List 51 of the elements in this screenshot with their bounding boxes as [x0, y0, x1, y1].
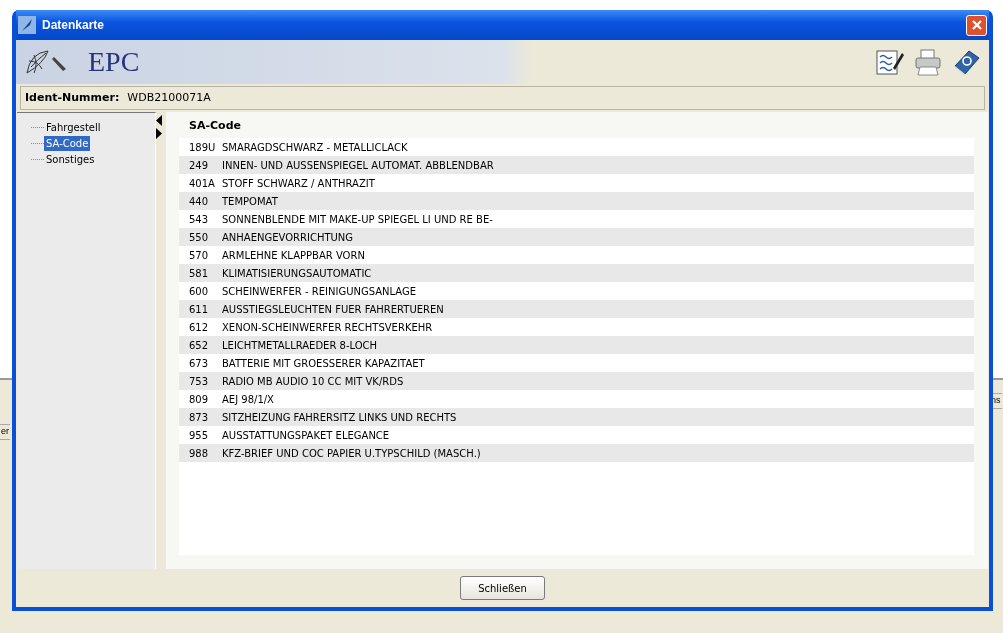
code-cell-text: 611 — [189, 302, 210, 317]
code-cell-text: 673 — [189, 356, 210, 371]
close-icon — [970, 19, 983, 31]
description-cell-text: BATTERIE MIT GROESSERER KAPAZITAET — [222, 356, 425, 371]
code-cell-text: 809 — [189, 392, 210, 407]
code-cell-text: 543 — [189, 212, 210, 227]
code-cell-text: 753 — [189, 374, 210, 389]
ident-label: Ident-Nummer: — [25, 89, 120, 106]
background-text: er — [0, 424, 10, 440]
ident-value: WDB2100071A — [127, 89, 211, 106]
section-title: SA-Code — [188, 118, 242, 134]
code-cell-text: 401A — [189, 176, 216, 191]
code-cell-text: 652 — [189, 338, 210, 353]
description-cell-text: TEMPOMAT — [222, 194, 278, 209]
description-cell-text: SMARAGDSCHWARZ - METALLICLACK — [222, 140, 408, 155]
code-cell-text: 612 — [189, 320, 210, 335]
close-button[interactable] — [966, 14, 987, 36]
code-cell-text: 189U — [189, 140, 217, 155]
printer-icon[interactable] — [913, 48, 943, 76]
code-cell-text: 570 — [189, 248, 210, 263]
tree-item[interactable]: Fahrgestell — [44, 119, 103, 135]
close-button[interactable]: Schließen — [460, 576, 545, 600]
code-cell-text: 873 — [189, 410, 210, 425]
tree-item[interactable]: SA-Code — [44, 135, 91, 151]
description-cell-text: SCHEINWERFER - REINIGUNGSANLAGE — [222, 284, 417, 299]
notes-icon[interactable] — [875, 48, 905, 76]
code-cell-text: 440 — [189, 194, 210, 209]
code-cell-text: 249 — [189, 158, 210, 173]
description-cell-text: AEJ 98/1/X — [222, 392, 274, 407]
description-cell-text: SITZHEIZUNG FAHRERSITZ LINKS UND RECHTS — [222, 410, 457, 425]
app-icon — [18, 16, 36, 34]
code-cell-text: 581 — [189, 266, 210, 281]
code-cell-text: 955 — [189, 428, 210, 443]
description-cell-text: ARMLEHNE KLAPPBAR VORN — [222, 248, 365, 263]
description-cell-text: KLIMATISIERUNGSAUTOMATIC — [222, 266, 372, 281]
code-cell-text: 600 — [189, 284, 210, 299]
window-title: Datenkarte — [42, 17, 105, 34]
description-cell-text: AUSSTATTUNGSPAKET ELEGANCE — [222, 428, 390, 443]
code-cell-text: 988 — [189, 446, 210, 461]
logo-text: EPC — [88, 45, 140, 79]
description-cell-text: ANHAENGEVORRICHTUNG — [222, 230, 354, 245]
description-cell-text: XENON-SCHEINWERFER RECHTSVERKEHR — [222, 320, 433, 335]
description-cell-text: RADIO MB AUDIO 10 CC MIT VK/RDS — [222, 374, 404, 389]
code-cell-text: 550 — [189, 230, 210, 245]
description-cell-text: LEICHTMETALLRAEDER 8-LOCH — [222, 338, 378, 353]
description-cell-text: SONNENBLENDE MIT MAKE-UP SPIEGEL LI UND RE BE- — [222, 212, 493, 227]
description-cell-text: AUSSTIEGSLEUCHTEN FUER FAHRERTUEREN — [222, 302, 444, 317]
description-cell-text: INNEN- UND AUSSENSPIEGEL AUTOMAT. ABBLENDBAR — [222, 158, 494, 173]
description-cell-text: KFZ-BRIEF UND COC PAPIER U.TYPSCHILD (MASCH.) — [222, 446, 481, 461]
description-cell-text: STOFF SCHWARZ / ANTHRAZIT — [222, 176, 375, 191]
tree-item[interactable]: Sonstiges — [44, 151, 97, 167]
